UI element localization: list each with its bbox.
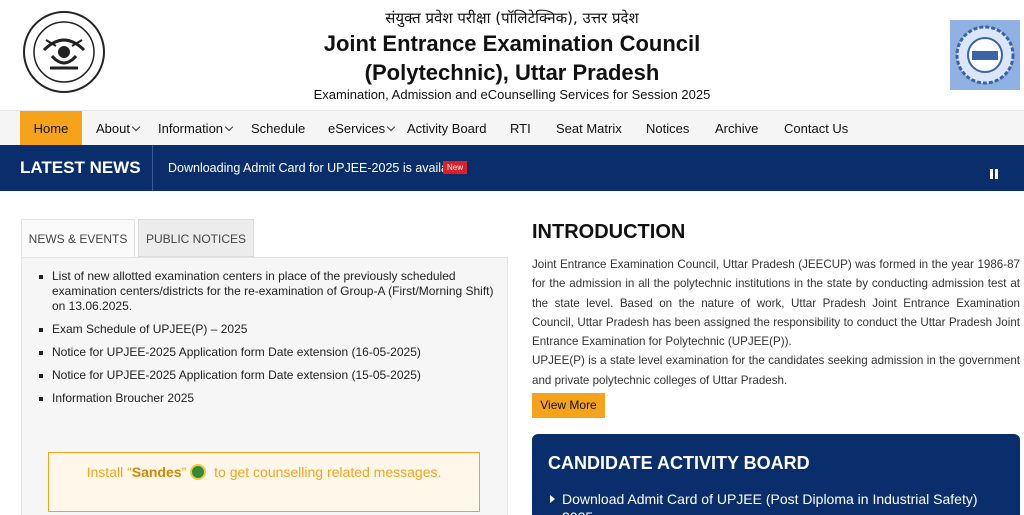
sandes-prefix: Install “ bbox=[86, 464, 132, 480]
introduction-text: Joint Entrance Examination Council, Utta… bbox=[532, 255, 1020, 390]
nav-information[interactable]: Information bbox=[158, 111, 234, 146]
sandes-app-name: Sandes bbox=[131, 464, 182, 480]
bullet-icon bbox=[39, 328, 43, 332]
chevron-down-icon bbox=[386, 122, 396, 132]
caret-right-icon bbox=[550, 495, 555, 503]
news-item-link[interactable]: List of new allotted examination centers… bbox=[52, 269, 497, 314]
nav-activity-board[interactable]: Activity Board bbox=[407, 111, 486, 146]
latest-news-heading: LATEST NEWS bbox=[20, 158, 141, 177]
sandes-message: to get counselling related messages. bbox=[214, 464, 442, 480]
bullet-icon bbox=[39, 351, 43, 355]
bullet-icon bbox=[39, 374, 43, 378]
introduction-paragraph-2: UPJEE(P) is a state level examination fo… bbox=[532, 354, 1020, 387]
sandes-quote: ” bbox=[181, 464, 187, 480]
nav-seat-matrix-label: Seat Matrix bbox=[556, 121, 622, 136]
bullet-icon bbox=[39, 397, 43, 401]
nav-home[interactable]: Home bbox=[20, 111, 82, 146]
jeec-logo-icon[interactable] bbox=[950, 20, 1020, 90]
main-nav: Home About Information Schedule eService… bbox=[0, 110, 1024, 146]
news-divider bbox=[152, 145, 153, 191]
site-title-line2: (Polytechnic), Uttar Pradesh bbox=[364, 60, 660, 85]
nav-rti-label: RTI bbox=[510, 121, 531, 136]
nav-contact-us[interactable]: Contact Us bbox=[784, 111, 848, 146]
nav-notices[interactable]: Notices bbox=[646, 111, 689, 146]
nav-eservices-label: eServices bbox=[328, 121, 386, 136]
nav-schedule[interactable]: Schedule bbox=[251, 111, 305, 146]
nav-about-label: About bbox=[96, 121, 130, 136]
new-badge: New bbox=[443, 161, 468, 174]
view-more-button[interactable]: View More bbox=[532, 393, 605, 418]
nav-archive-label: Archive bbox=[715, 121, 759, 136]
news-item-link[interactable]: Exam Schedule of UPJEE(P) – 2025 bbox=[52, 322, 497, 337]
activity-board-heading: CANDIDATE ACTIVITY BOARD bbox=[548, 453, 810, 473]
bullet-icon bbox=[39, 275, 43, 279]
chevron-down-icon bbox=[131, 122, 141, 132]
candidate-activity-board: CANDIDATE ACTIVITY BOARD Download Admit … bbox=[532, 434, 1020, 515]
nav-archive[interactable]: Archive bbox=[715, 111, 758, 146]
nav-contact-us-label: Contact Us bbox=[784, 121, 849, 136]
nav-about[interactable]: About bbox=[96, 111, 141, 146]
tab-news-events[interactable]: NEWS & EVENTS bbox=[21, 219, 135, 257]
news-ticker-link[interactable]: Downloading Admit Card for UPJEE-2025 is… bbox=[168, 145, 468, 191]
latest-news-bar: LATEST NEWS Downloading Admit Card for U… bbox=[0, 145, 1024, 191]
sandes-install-banner[interactable]: Install “Sandes” to get counselling rela… bbox=[48, 452, 480, 512]
nav-information-label: Information bbox=[158, 121, 224, 136]
site-subtitle: Examination, Admission and eCounselling … bbox=[313, 87, 711, 102]
nav-notices-label: Notices bbox=[646, 121, 690, 136]
news-item-link[interactable]: Notice for UPJEE-2025 Application form D… bbox=[52, 345, 497, 360]
tab-public-notices[interactable]: PUBLIC NOTICES bbox=[138, 219, 254, 257]
nav-seat-matrix[interactable]: Seat Matrix bbox=[556, 111, 622, 146]
news-item-link[interactable]: Information Broucher 2025 bbox=[52, 391, 497, 406]
introduction-paragraph-1: Joint Entrance Examination Council, Utta… bbox=[532, 258, 1020, 349]
nav-eservices[interactable]: eServices bbox=[328, 111, 396, 146]
nav-rti[interactable]: RTI bbox=[510, 111, 531, 146]
nav-home-label: Home bbox=[33, 121, 69, 136]
sandes-app-icon bbox=[190, 464, 207, 480]
site-header: संयुक्त प्रवेश परीक्षा (पॉलिटेक्निक), उत… bbox=[0, 0, 1024, 110]
chevron-down-icon bbox=[224, 122, 234, 132]
introduction-heading: INTRODUCTION bbox=[532, 221, 686, 243]
nav-schedule-label: Schedule bbox=[251, 121, 306, 136]
nav-activity-board-label: Activity Board bbox=[407, 121, 487, 136]
news-item-link[interactable]: Notice for UPJEE-2025 Application form D… bbox=[52, 368, 497, 383]
hindi-title: संयुक्त प्रवेश परीक्षा (पॉलिटेक्निक), उत… bbox=[385, 9, 639, 27]
activity-board-item-link[interactable]: Download Admit Card of UPJEE (Post Diplo… bbox=[562, 490, 1002, 515]
site-title-line1: Joint Entrance Examination Council bbox=[323, 31, 701, 56]
